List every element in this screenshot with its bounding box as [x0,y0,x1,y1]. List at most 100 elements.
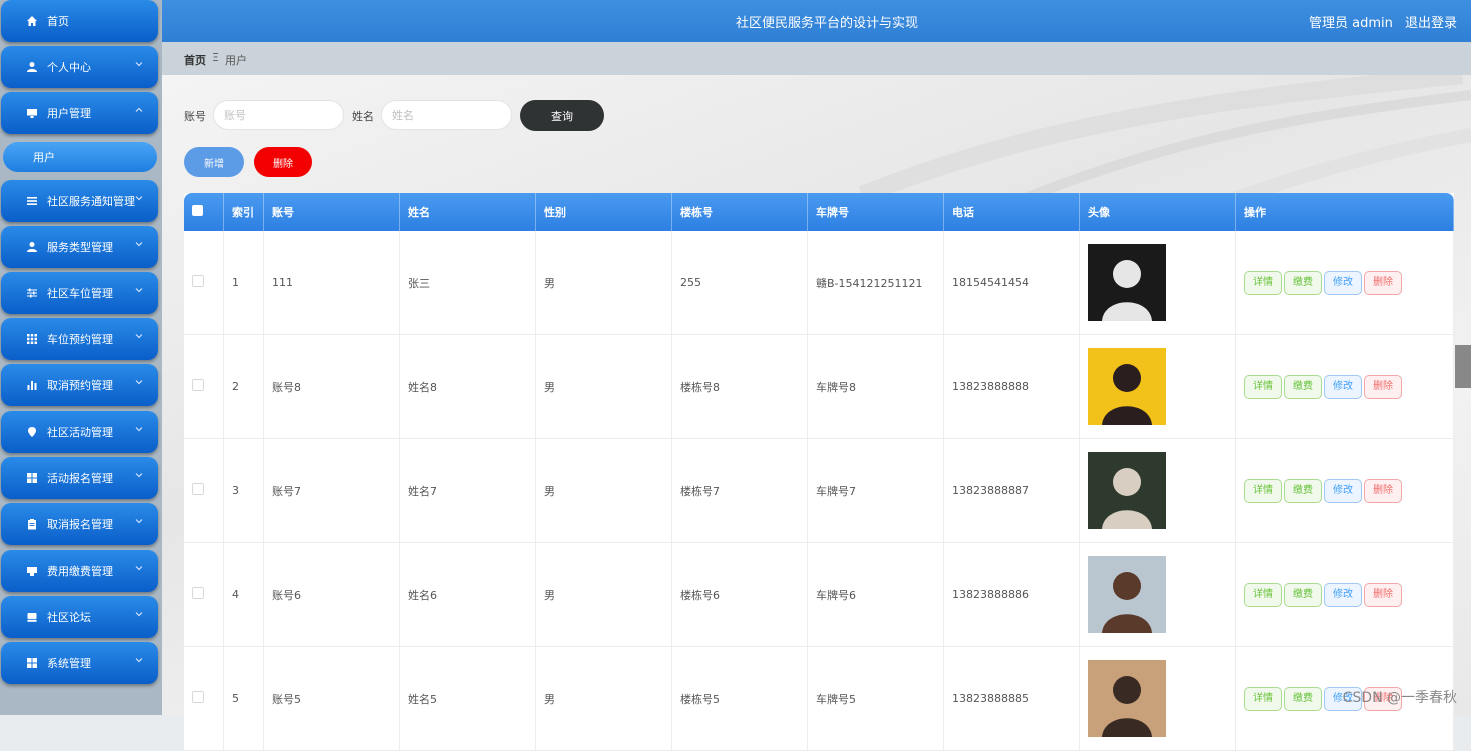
chevron-down-icon [134,331,144,341]
detail-button[interactable]: 详情 [1244,478,1282,503]
delete-row-button[interactable]: 删除 [1364,582,1402,607]
sidebar-item-9[interactable]: 活动报名管理 [1,457,158,499]
sidebar-item-label: 社区车位管理 [47,287,113,300]
name-search-input[interactable] [381,100,512,130]
apps-icon [25,471,39,485]
add-button[interactable]: 新增 [184,147,244,177]
delete-row-button[interactable]: 删除 [1364,478,1402,503]
cell-gender: 男 [535,334,672,439]
sidebar-item-8[interactable]: 社区活动管理 [1,411,158,453]
cell-plate: 车牌号7 [807,438,944,543]
detail-button[interactable]: 详情 [1244,582,1282,607]
row-checkbox[interactable] [192,275,204,287]
col-header-gender: 性别 [535,193,672,231]
col-header-actions: 操作 [1235,193,1454,231]
person-icon [25,240,39,254]
row-checkbox[interactable] [192,483,204,495]
breadcrumb: 首页 Ξ 用户 [162,42,1471,75]
cell-phone: 18154541454 [943,231,1080,335]
query-button[interactable]: 查询 [520,100,604,131]
cell-building: 255 [671,231,808,335]
batch-delete-button[interactable]: 删除 [254,147,312,177]
app-title: 社区便民服务平台的设计与实现 [736,16,919,31]
chevron-down-icon [134,377,144,387]
sidebar-item-0[interactable]: 首页 [1,0,158,42]
cell-account: 账号7 [263,438,400,543]
delete-row-button[interactable]: 删除 [1364,374,1402,399]
avatar [1088,244,1166,321]
chevron-down-icon [134,239,144,249]
table-row: 5 账号5 姓名5 男楼栋号5 车牌号5 13823888885 详情 缴费 修改 删除 [184,646,1454,751]
breadcrumb-home[interactable]: 首页 [184,52,206,68]
pay-button[interactable]: 缴费 [1284,582,1322,607]
cell-index: 3 [223,438,264,543]
row-checkbox[interactable] [192,691,204,703]
name-label: 姓名 [352,110,374,123]
pay-button[interactable]: 缴费 [1284,270,1322,295]
pay-button[interactable]: 缴费 [1284,478,1322,503]
detail-button[interactable]: 详情 [1244,374,1282,399]
table-row: 4 账号6 姓名6 男楼栋号6 车牌号6 13823888886 详情 缴费 修改 删除 [184,542,1454,647]
sidebar-item-13[interactable]: 系统管理 [1,642,158,684]
detail-button[interactable]: 详情 [1244,686,1282,711]
col-header-avatar: 头像 [1079,193,1236,231]
edit-button[interactable]: 修改 [1324,374,1362,399]
scrollbar-thumb[interactable] [1455,345,1471,388]
cell-account: 账号6 [263,542,400,647]
cell-index: 1 [223,231,264,335]
monitor-icon [25,106,39,120]
cell-phone: 13823888887 [943,438,1080,543]
cell-account: 账号5 [263,646,400,751]
sliders-icon [25,286,39,300]
pay-button[interactable]: 缴费 [1284,686,1322,711]
cell-phone: 13823888885 [943,646,1080,751]
sidebar-item-10[interactable]: 取消报名管理 [1,503,158,545]
edit-button[interactable]: 修改 [1324,478,1362,503]
sidebar-item-5[interactable]: 社区车位管理 [1,272,158,314]
cell-name: 姓名6 [399,542,536,647]
payment-icon [25,564,39,578]
sidebar-item-12[interactable]: 社区论坛 [1,596,158,638]
col-header-building: 楼栋号 [671,193,808,231]
sidebar-item-3[interactable]: 社区服务通知管理 [1,180,158,222]
account-label: 账号 [184,110,206,123]
grid-icon [25,332,39,346]
cell-index: 5 [223,646,264,751]
logout-link[interactable]: 退出登录 [1405,16,1457,31]
location-icon [25,425,39,439]
edit-button[interactable]: 修改 [1324,582,1362,607]
delete-row-button[interactable]: 删除 [1364,270,1402,295]
person-icon [25,60,39,74]
col-header-phone: 电话 [943,193,1080,231]
row-checkbox[interactable] [192,379,204,391]
cell-gender: 男 [535,542,672,647]
cell-name: 姓名5 [399,646,536,751]
sidebar-item-label: 取消报名管理 [47,518,113,531]
edit-button[interactable]: 修改 [1324,270,1362,295]
sidebar-item-1[interactable]: 个人中心 [1,46,158,88]
sidebar-item-4[interactable]: 服务类型管理 [1,226,158,268]
detail-button[interactable]: 详情 [1244,270,1282,295]
sidebar-item-label: 社区活动管理 [47,426,113,439]
sidebar-item-label: 社区服务通知管理 [47,195,135,208]
sidebar-item-7[interactable]: 取消预约管理 [1,364,158,406]
sidebar-item-6[interactable]: 车位预约管理 [1,318,158,360]
cell-name: 姓名8 [399,334,536,439]
cell-building: 楼栋号7 [671,438,808,543]
select-all-checkbox[interactable] [192,205,203,216]
chevron-down-icon [134,609,144,619]
sidebar-subitem-user[interactable]: 用户 [3,142,157,172]
chevron-down-icon [134,470,144,480]
avatar [1088,556,1166,633]
cell-building: 楼栋号8 [671,334,808,439]
account-search-input[interactable] [213,100,344,130]
cell-building: 楼栋号6 [671,542,808,647]
cell-gender: 男 [535,646,672,751]
sidebar-item-11[interactable]: 费用缴费管理 [1,550,158,592]
main-content: 账号 姓名 查询 新增 删除 索引 账号 姓名 性别 楼栋号 车牌号 电话 头像… [162,75,1471,751]
cell-phone: 13823888888 [943,334,1080,439]
sidebar-item-2[interactable]: 用户管理 [1,92,158,134]
cell-name: 张三 [399,231,536,335]
pay-button[interactable]: 缴费 [1284,374,1322,399]
row-checkbox[interactable] [192,587,204,599]
